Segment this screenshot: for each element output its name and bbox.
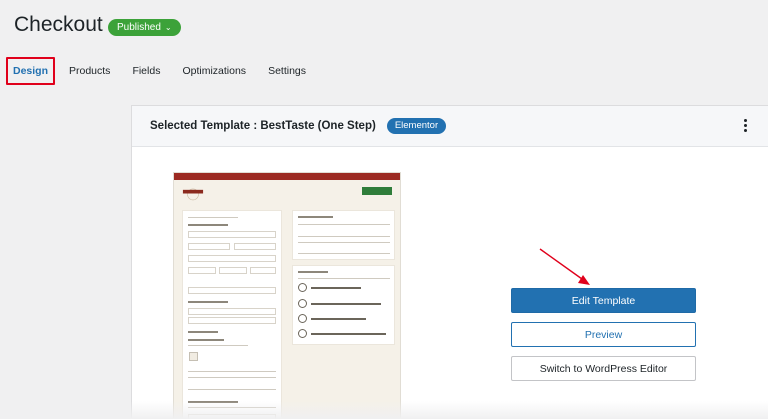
status-dropdown[interactable]: Published ⌄ [108,19,181,36]
switch-to-wordpress-editor-button[interactable]: Switch to WordPress Editor [511,356,696,381]
tab-products[interactable]: Products [61,57,118,85]
template-panel-header: Selected Template : BestTaste (One Step)… [132,106,768,147]
preview-button[interactable]: Preview [511,322,696,347]
tab-bar: Design Products Fields Optimizations Set… [6,56,314,86]
page-title: Checkout [14,13,103,36]
brand-logo-icon [182,188,204,201]
bottom-fade [0,401,768,419]
tab-fields[interactable]: Fields [124,57,168,85]
selected-template-label: Selected Template : BestTaste (One Step) [150,120,376,132]
status-label: Published [117,22,161,33]
builder-badge: Elementor [386,118,447,134]
tab-design[interactable]: Design [6,57,55,85]
tab-optimizations[interactable]: Optimizations [174,57,254,85]
annotation-arrow-icon [539,248,590,285]
chevron-down-icon: ⌄ [164,22,172,32]
template-preview-image [173,172,401,419]
edit-template-button[interactable]: Edit Template [511,288,696,313]
more-options-icon[interactable] [742,119,748,132]
tab-settings[interactable]: Settings [260,57,314,85]
